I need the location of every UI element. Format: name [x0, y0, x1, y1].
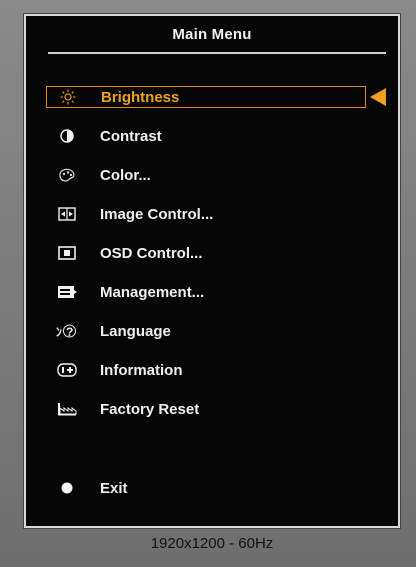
- menu-item-label: Color...: [100, 166, 151, 184]
- menu-item-exit[interactable]: Exit: [46, 477, 364, 499]
- contrast-icon: [56, 128, 78, 144]
- title-divider: [48, 52, 386, 54]
- menu-item-label: Brightness: [101, 88, 180, 106]
- menu-item-label: Factory Reset: [100, 400, 200, 418]
- osd-main-menu: Main Menu Brightness Contrast Color... I…: [24, 14, 400, 528]
- palette-icon: [56, 167, 78, 183]
- menu-item-language[interactable]: ﾝ ? Language: [46, 320, 364, 342]
- management-icon: [56, 284, 78, 300]
- menu-item-color[interactable]: Color...: [46, 164, 364, 186]
- menu-item-factory-reset[interactable]: Factory Reset: [46, 398, 364, 420]
- osd-icon: [56, 245, 78, 261]
- menu-item-image-control[interactable]: Image Control...: [46, 203, 364, 225]
- sun-icon: [57, 89, 79, 105]
- menu-item-label: Language: [100, 322, 171, 340]
- menu-item-osd-control[interactable]: OSD Control...: [46, 242, 364, 264]
- menu-item-contrast[interactable]: Contrast: [46, 125, 364, 147]
- menu-item-management[interactable]: Management...: [46, 281, 364, 303]
- menu-item-label: Exit: [100, 479, 128, 497]
- menu-item-label: Image Control...: [100, 205, 214, 223]
- menu-item-brightness[interactable]: Brightness: [46, 86, 366, 108]
- resolution-status: 1920x1200 - 60Hz: [150, 534, 274, 552]
- menu-item-label: Information: [100, 361, 183, 379]
- exit-icon: [56, 480, 78, 496]
- menu-title: Main Menu: [172, 26, 252, 43]
- factory-reset-icon: [56, 401, 78, 417]
- image-control-icon: [56, 206, 78, 222]
- language-icon: ﾝ ?: [56, 323, 78, 339]
- information-icon: [56, 362, 78, 378]
- menu-item-information[interactable]: Information: [46, 359, 364, 381]
- svg-text:ﾝ: ﾝ: [56, 325, 62, 339]
- menu-item-label: OSD Control...: [100, 244, 203, 262]
- menu-item-label: Contrast: [100, 127, 162, 145]
- selection-arrow-icon: [370, 88, 386, 106]
- menu-item-label: Management...: [100, 283, 205, 301]
- monitor-frame: Main Menu Brightness Contrast Color... I…: [0, 0, 416, 567]
